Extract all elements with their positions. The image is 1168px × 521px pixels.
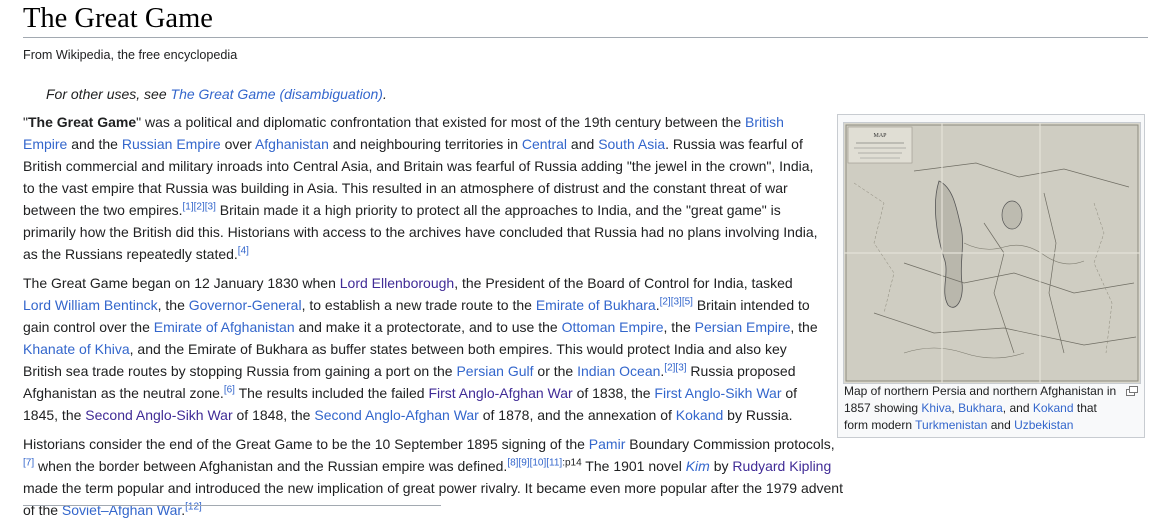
wiki-link[interactable]: Russian Empire [122,136,221,152]
hatnote-link[interactable]: The Great Game (disambiguation) [171,86,383,102]
magnify-icon[interactable] [1126,386,1138,396]
citation-link[interactable]: [3] [675,362,686,373]
wiki-link[interactable]: Pamir [589,436,626,452]
map-figure: MAP Map of northern Persia and northern … [837,114,1145,438]
wiki-link[interactable]: Second Anglo-Afghan War [314,407,478,423]
section-divider [23,505,441,506]
citation-link[interactable]: [2] [664,362,675,373]
text-run: , the [157,297,189,313]
hatnote: For other uses, see The Great Game (disa… [46,85,387,103]
page-title: The Great Game [23,3,213,34]
citation-link[interactable]: [6] [224,384,235,395]
wiki-link[interactable]: South Asia [598,136,665,152]
text-run: of 1878, and the annexation of [478,407,676,423]
citation-link[interactable]: [10] [530,457,547,468]
wiki-link[interactable]: Kim [686,458,710,474]
wiki-link[interactable]: Khanate of Khiva [23,341,130,357]
paragraph-history: The Great Game began on 12 January 1830 … [23,272,823,426]
text-run: of 1848, the [232,407,315,423]
wiki-link[interactable]: Ottoman Empire [562,319,664,335]
wiki-link[interactable]: Uzbekistan [1014,418,1073,432]
citation-link[interactable]: [2] [660,296,671,307]
citation-link[interactable]: [11] [546,457,562,468]
wiki-link[interactable]: Central [522,136,567,152]
wiki-link[interactable]: Bukhara [958,401,1003,415]
text-run: by [709,458,733,474]
text-run: The results included the failed [234,385,429,401]
text-run: , and [1002,401,1033,415]
paragraph-intro: "The Great Game" was a political and dip… [23,111,823,265]
wiki-link[interactable]: Afghanistan [255,136,329,152]
text-run: , to establish a new trade route to the [301,297,536,313]
citation-link[interactable]: [2] [194,201,205,212]
text-run: and make it a protectorate, and to use t… [294,319,562,335]
map-drawing: MAP [844,123,1140,383]
wiki-link[interactable]: First Anglo-Sikh War [654,385,781,401]
text-run: over [220,136,255,152]
citation-link[interactable]: [3] [671,296,682,307]
text-run: and neighbouring territories in [328,136,522,152]
citation-link[interactable]: [12] [185,501,202,512]
text-run: The Great Game began on 12 January 1830 … [23,275,340,291]
wiki-link[interactable]: Khiva [921,401,951,415]
map-image[interactable]: MAP [843,122,1141,384]
wiki-link[interactable]: Emirate of Afghanistan [154,319,295,335]
text-run: of 1838, the [572,385,655,401]
citation-link[interactable]: [3] [205,201,216,212]
citation-link[interactable]: [8] [507,457,518,468]
text-run: when the border between Afghanistan and … [34,458,508,474]
text-run: Boundary Commission protocols, [625,436,835,452]
map-title-text: MAP [873,133,887,139]
wiki-link[interactable]: Lord Ellenborough [340,275,454,291]
text-run: , the [790,319,818,335]
wiki-link[interactable]: Lord William Bentinck [23,297,158,313]
wiki-link[interactable]: Emirate of Bukhara [536,297,656,313]
hatnote-suffix: . [382,86,387,102]
wiki-link[interactable]: Kokand [1033,401,1074,415]
wiki-link[interactable]: First Anglo-Afghan War [428,385,572,401]
site-tagline: From Wikipedia, the free encyclopedia [23,48,238,62]
wiki-link[interactable]: Turkmenistan [915,418,987,432]
text-run: " was a political and diplomatic confron… [136,114,746,130]
text-run: and the [67,136,122,152]
citation-link[interactable]: [5] [682,296,693,307]
wiki-link[interactable]: Kokand [676,407,723,423]
text-run: or the [533,363,578,379]
page-reference: :p14 [562,457,582,469]
hatnote-prefix: For other uses, see [46,86,171,102]
title-divider [23,37,1148,38]
text-run: , the [663,319,695,335]
wiki-link[interactable]: Persian Empire [695,319,791,335]
text-run: Historians consider the end of the Great… [23,436,589,452]
text-run: and [987,418,1015,432]
wiki-link[interactable]: Persian Gulf [456,363,533,379]
citation-link[interactable]: [7] [23,457,34,468]
bold-term: The Great Game [27,114,137,130]
text-run: The 1901 novel [581,458,686,474]
citation-link[interactable]: [1] [183,201,194,212]
wiki-link[interactable]: Second Anglo-Sikh War [85,407,232,423]
text-run: and [567,136,599,152]
citation-link[interactable]: [4] [238,245,249,256]
text-run: by Russia. [723,407,793,423]
text-run: , the President of the Board of Control … [454,275,793,291]
wiki-link[interactable]: Indian Ocean [577,363,660,379]
citation-link[interactable]: [9] [518,457,529,468]
wiki-link[interactable]: Governor-General [189,297,302,313]
wiki-link[interactable]: Rudyard Kipling [732,458,831,474]
map-caption: Map of northern Persia and northern Afgh… [844,383,1120,434]
